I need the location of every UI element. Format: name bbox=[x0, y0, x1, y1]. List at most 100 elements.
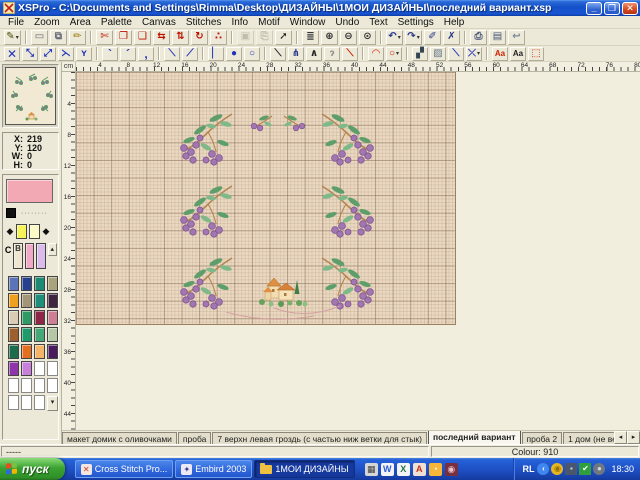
tab-scroll-right[interactable]: ▸ bbox=[627, 431, 640, 444]
taskbar-icon-clock[interactable]: ◔ bbox=[429, 463, 442, 476]
palette-swatch[interactable] bbox=[8, 344, 19, 359]
palette-swatch[interactable] bbox=[25, 243, 34, 269]
palette-swatch[interactable] bbox=[47, 344, 58, 359]
taskbar-button[interactable]: 1МОИ ДИЗАЙНЫ bbox=[254, 460, 354, 478]
revert-design[interactable]: ↩ bbox=[508, 30, 525, 45]
half-cross-stitch[interactable]: ⋋ bbox=[58, 47, 74, 61]
palette-swatch[interactable] bbox=[34, 293, 45, 308]
petite-stitch-2[interactable]: ´ bbox=[120, 47, 136, 61]
taskbar-icon-calc[interactable]: ▦ bbox=[365, 463, 378, 476]
menu-area[interactable]: Area bbox=[65, 17, 96, 28]
palette-scroll-up[interactable]: ▴ bbox=[48, 243, 57, 256]
backstitch-branch[interactable]: ⋔ bbox=[288, 47, 304, 61]
backstitch-red[interactable]: ⟍ bbox=[342, 47, 358, 61]
minimize-button[interactable]: _ bbox=[586, 2, 602, 15]
stitch-canvas[interactable] bbox=[76, 72, 456, 325]
menu-settings[interactable]: Settings bbox=[393, 17, 439, 28]
palette-swatch[interactable] bbox=[21, 293, 32, 308]
cross-pen-tool-dropdown[interactable]: ▾ bbox=[477, 50, 480, 57]
pencil-tool-dropdown[interactable]: ▾ bbox=[16, 34, 19, 41]
motif-flip-horizontal[interactable]: ⇆ bbox=[153, 30, 170, 45]
zoom-in[interactable]: ⊕ bbox=[321, 30, 338, 45]
text-tool-red[interactable]: Aa bbox=[492, 47, 508, 61]
language-indicator[interactable]: RL bbox=[522, 464, 534, 474]
palette-scroll-down[interactable]: ▾ bbox=[47, 396, 58, 411]
full-cross-stitch[interactable]: ✕ bbox=[4, 47, 20, 61]
palette-swatch[interactable] bbox=[8, 395, 19, 410]
pointer-tool[interactable]: ➚ bbox=[275, 30, 292, 45]
motif-flip-vertical[interactable]: ⇅ bbox=[172, 30, 189, 45]
palette-swatch[interactable] bbox=[21, 361, 32, 376]
tab-scroll-left[interactable]: ◂ bbox=[614, 431, 627, 444]
palette-swatch[interactable] bbox=[34, 344, 45, 359]
palette-swatch[interactable] bbox=[21, 276, 32, 291]
palette-swatch[interactable] bbox=[47, 310, 58, 325]
taskbar-icon-excel[interactable]: X bbox=[397, 463, 410, 476]
taskbar-icon-acrobat[interactable]: A bbox=[413, 463, 426, 476]
palette-swatch[interactable] bbox=[34, 361, 45, 376]
tray-icon-coin[interactable]: ◉ bbox=[551, 463, 563, 475]
zoom-actual[interactable]: ⊙ bbox=[359, 30, 376, 45]
palette-swatch[interactable] bbox=[21, 395, 32, 410]
menu-zoom[interactable]: Zoom bbox=[29, 17, 65, 28]
knife-tool[interactable]: ✗ bbox=[443, 30, 460, 45]
menu-help[interactable]: Help bbox=[439, 17, 470, 28]
taskbar-icon-media[interactable]: ◉ bbox=[445, 463, 458, 476]
curve-tool[interactable]: ◠ bbox=[368, 47, 384, 61]
palette-swatch[interactable] bbox=[21, 344, 32, 359]
line-pen-tool[interactable]: ⟍ bbox=[448, 47, 464, 61]
close-button[interactable]: ✕ bbox=[622, 2, 638, 15]
pen-tool[interactable]: ✐ bbox=[424, 30, 441, 45]
three-quarter-stitch-1[interactable]: ⤡ bbox=[22, 47, 38, 61]
palette-swatch[interactable] bbox=[8, 378, 19, 393]
menu-palette[interactable]: Palette bbox=[96, 17, 137, 28]
tab-pattern[interactable]: проба 2 bbox=[522, 432, 563, 444]
taskbar-button[interactable]: ✕Cross Stitch Pro... bbox=[75, 460, 174, 478]
circle-tool-dropdown[interactable]: ▾ bbox=[396, 50, 399, 57]
tab-pattern[interactable]: 1 дом (не весь для стыковки) bbox=[563, 432, 614, 444]
fill-motif-tool[interactable]: ▞ bbox=[412, 47, 428, 61]
highlight-swatch-yellow[interactable] bbox=[16, 224, 27, 239]
palette-swatch[interactable] bbox=[21, 327, 32, 342]
menu-undo[interactable]: Undo bbox=[330, 17, 364, 28]
palette-swatch[interactable] bbox=[8, 276, 19, 291]
menu-stitches[interactable]: Stitches bbox=[181, 17, 227, 28]
tray-icon-app[interactable]: ▪ bbox=[565, 463, 577, 475]
palette-swatch[interactable] bbox=[34, 327, 45, 342]
palette-swatch[interactable] bbox=[8, 361, 19, 376]
circle-tool[interactable]: ○▾ bbox=[386, 47, 402, 61]
half-stitch-forward[interactable]: ⟋ bbox=[182, 47, 198, 61]
petite-stitch-1[interactable]: ` bbox=[102, 47, 118, 61]
redo-dropdown[interactable]: ▾ bbox=[417, 34, 420, 41]
taskbar-button[interactable]: ✦Embird 2003 bbox=[175, 460, 252, 478]
menu-motif[interactable]: Motif bbox=[253, 17, 285, 28]
copy-area-tool[interactable]: ⧉ bbox=[50, 30, 67, 45]
palette-swatch[interactable] bbox=[36, 243, 45, 269]
tab-pattern[interactable]: проба bbox=[178, 432, 211, 444]
palette-swatch[interactable] bbox=[47, 361, 58, 376]
swatch-b[interactable]: B bbox=[13, 243, 22, 269]
menu-file[interactable]: File bbox=[3, 17, 29, 28]
half-stitch-back[interactable]: ⟍ bbox=[164, 47, 180, 61]
menu-text[interactable]: Text bbox=[364, 17, 392, 28]
text-tool-black[interactable]: Aa bbox=[510, 47, 526, 61]
edit-pad-tool[interactable]: ✏ bbox=[69, 30, 86, 45]
taskbar-icon-word[interactable]: W bbox=[381, 463, 394, 476]
thread-color-black[interactable] bbox=[6, 208, 16, 218]
palette-swatch[interactable] bbox=[47, 276, 58, 291]
tab-pattern[interactable]: макет домик с оливочками bbox=[62, 432, 177, 444]
pencil-tool[interactable]: ✎▾ bbox=[4, 30, 21, 45]
tab-pattern[interactable]: 7 верхн левая гроздь (с частью ниж ветки… bbox=[212, 432, 427, 444]
new-page[interactable]: ▤ bbox=[489, 30, 506, 45]
start-button[interactable]: пуск bbox=[0, 458, 65, 480]
palette-swatch[interactable] bbox=[21, 310, 32, 325]
palette-swatch[interactable] bbox=[8, 293, 19, 308]
restore-button[interactable]: ❐ bbox=[604, 2, 620, 15]
menu-info[interactable]: Info bbox=[226, 17, 253, 28]
motif-scale[interactable]: ∴ bbox=[210, 30, 227, 45]
backstitch-tent[interactable]: ∧ bbox=[306, 47, 322, 61]
backstitch-hook[interactable]: ɂ bbox=[324, 47, 340, 61]
motif-paste[interactable]: ❑ bbox=[134, 30, 151, 45]
palette-swatch[interactable] bbox=[47, 378, 58, 393]
import-design[interactable]: ⎙ bbox=[470, 30, 487, 45]
